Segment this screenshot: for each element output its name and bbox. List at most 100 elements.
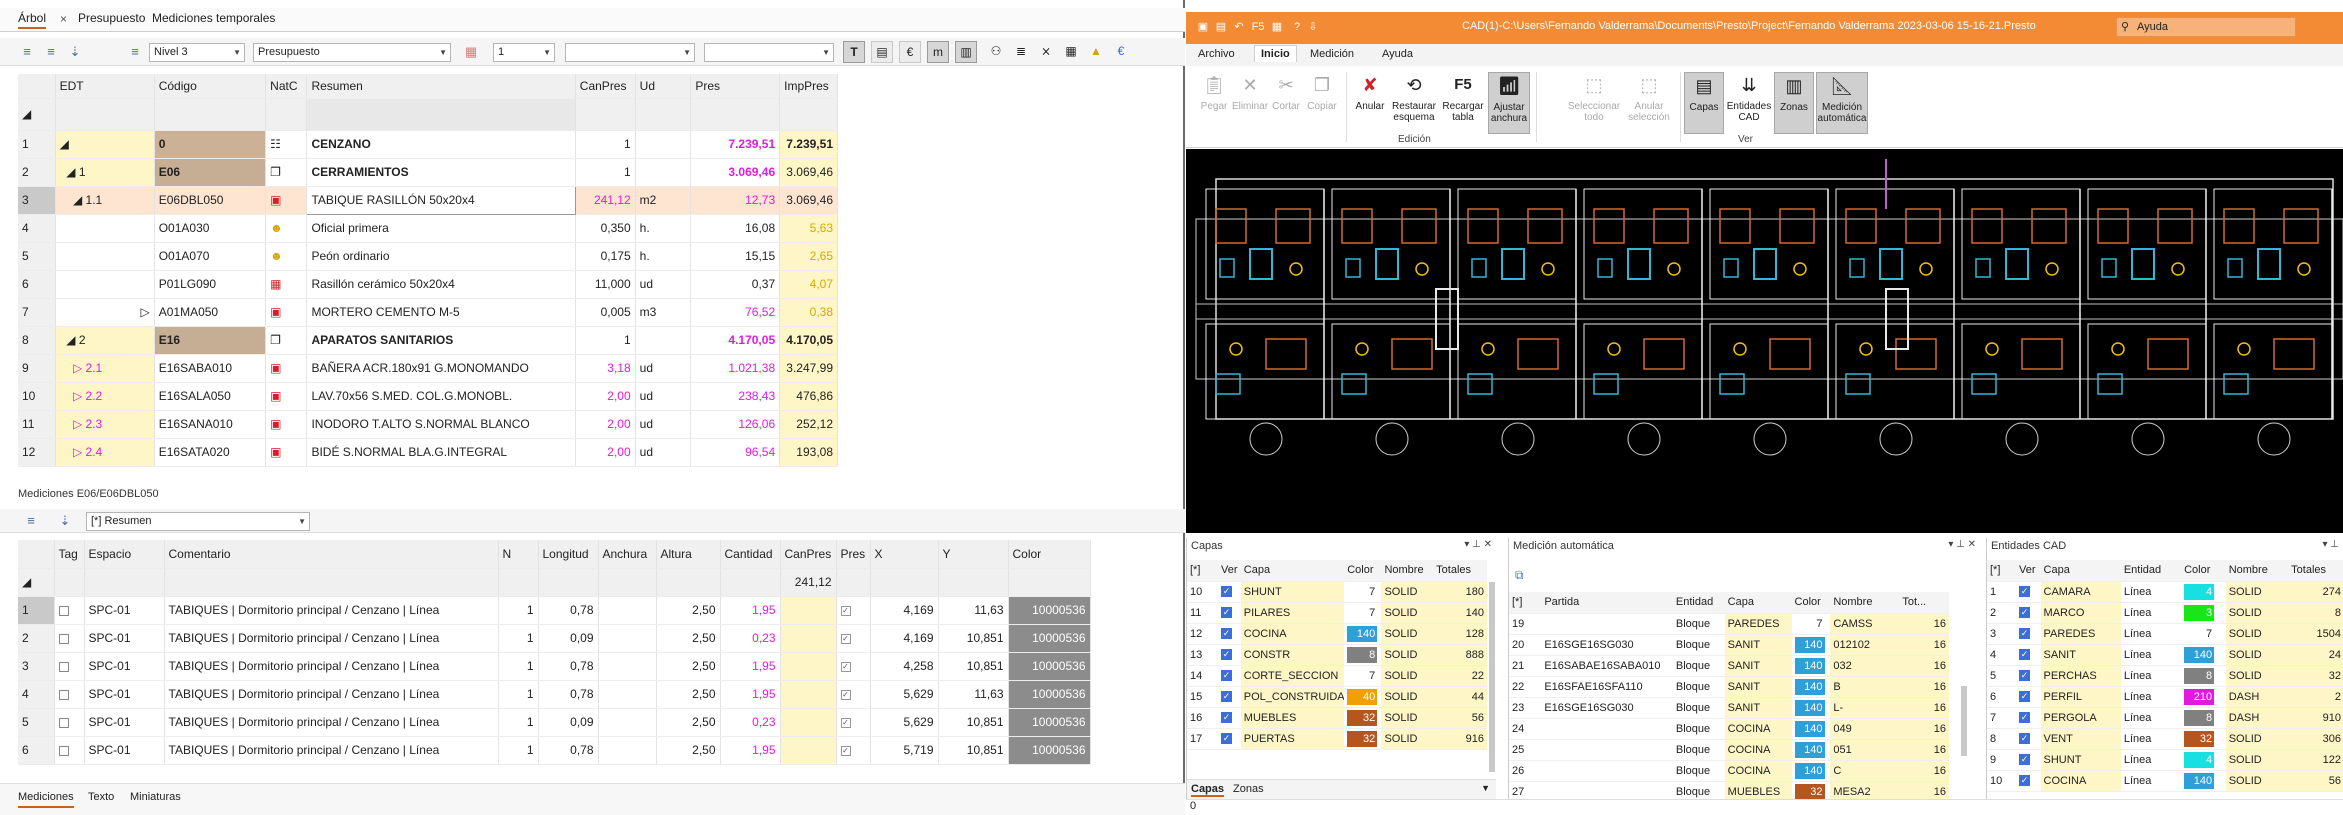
visible-checkbox[interactable]: ✓: [2019, 712, 2030, 724]
print-icon[interactable]: ▤: [1214, 20, 1228, 34]
link-icon[interactable]: ⧉: [1515, 568, 1524, 583]
panel-controls[interactable]: ▾ ⊥ ✕: [1464, 539, 1492, 550]
formula-icon[interactable]: ⨯: [1035, 41, 1057, 63]
visible-checkbox[interactable]: ✓: [2019, 628, 2030, 640]
filter-icon[interactable]: ▦: [462, 43, 480, 61]
save-icon[interactable]: ▣: [1196, 20, 1210, 34]
empty-combo-2[interactable]: ▼: [704, 43, 834, 62]
expand-arrow-icon[interactable]: ▷: [55, 298, 155, 327]
tab-mediciones[interactable]: Mediciones: [18, 791, 74, 808]
table-row[interactable]: 7 ✓ PERGOLA Línea 8 DASH 910: [1987, 707, 2343, 729]
paste-button[interactable]: 📋︎ Pegar: [1194, 72, 1234, 134]
refresh-icon[interactable]: F5: [1248, 20, 1268, 34]
customize-icon[interactable]: ⇩: [1306, 20, 1320, 34]
auto-measure-button[interactable]: 📐︎ Medición automática: [1816, 72, 1868, 134]
tab-mediciones-temporales[interactable]: Mediciones temporales: [152, 11, 275, 25]
tab-texto[interactable]: Texto: [88, 791, 114, 803]
table-row[interactable]: 10 ✓ COCINA Línea 140 SOLID 56: [1987, 770, 2343, 792]
cut-button[interactable]: ✂ Cortar: [1266, 72, 1306, 134]
cad-drawing-canvas[interactable]: [1186, 149, 2343, 533]
list-icon[interactable]: ≡: [22, 512, 40, 530]
mediciones-view-combo[interactable]: [*] Resumen ▼: [86, 512, 310, 531]
col-natc[interactable]: NatC: [265, 74, 308, 99]
tab-ayuda[interactable]: Ayuda: [1382, 48, 1413, 60]
tab-archivo[interactable]: Archivo: [1198, 48, 1235, 60]
col-imppres[interactable]: ImpPres: [779, 74, 838, 99]
table-row[interactable]: 3 SPC-01 TABIQUES | Dormitorio principal…: [18, 652, 1091, 681]
deselect-button[interactable]: ⬚ Anular selección: [1624, 72, 1674, 134]
col-anchura[interactable]: Anchura: [598, 540, 657, 569]
col-pres-med[interactable]: Pres: [836, 540, 871, 569]
visible-checkbox[interactable]: ✓: [1221, 670, 1233, 682]
empty-combo-1[interactable]: ▼: [565, 43, 695, 62]
table-row[interactable]: 21 E16SABAE16SABA010 Bloque SANIT 140 032 16: [1509, 655, 1949, 677]
restore-schema-button[interactable]: ⟲ Restaurar esquema: [1390, 72, 1438, 134]
panel-controls[interactable]: ▾ ⊥ ✕: [1948, 539, 1976, 550]
tab-zonas[interactable]: Zonas: [1233, 783, 1264, 795]
visible-checkbox[interactable]: ✓: [2019, 733, 2030, 745]
select-all-button[interactable]: ⬚ Seleccionar todo: [1566, 72, 1622, 134]
col-tag[interactable]: Tag: [54, 540, 85, 569]
reload-table-button[interactable]: F5 Recargar tabla: [1440, 72, 1486, 134]
visible-checkbox[interactable]: ✓: [2019, 649, 2030, 661]
text-tool-button[interactable]: T: [843, 41, 865, 63]
panel-controls[interactable]: ▾ ⊥: [2322, 539, 2339, 550]
table-row[interactable]: 15 ✓ POL_CONSTRUIDA 40 SOLID 44: [1187, 686, 1487, 708]
pres-checkbox[interactable]: ✓: [840, 717, 851, 728]
auto-measurement-scrollbar[interactable]: [1961, 686, 1967, 756]
table-row[interactable]: 6 P01LG090 ▦ Rasillón cerámico 50x20x4 1…: [18, 270, 838, 299]
visible-checkbox[interactable]: ✓: [1221, 586, 1233, 598]
table-row[interactable]: 17 ✓ PUERTAS 32 SOLID 916: [1187, 728, 1487, 750]
col-y[interactable]: Y: [938, 540, 1009, 569]
col-cantidad[interactable]: Cantidad: [720, 540, 781, 569]
col-pres[interactable]: Pres: [690, 74, 781, 99]
tag-checkbox[interactable]: [58, 633, 69, 644]
tag-checkbox[interactable]: [58, 605, 69, 616]
col-canpres-med[interactable]: CanPres: [780, 540, 837, 569]
table-row[interactable]: 2 ✓ MARCO Línea 3 SOLID 8: [1987, 602, 2343, 624]
tab-inicio[interactable]: Inicio: [1254, 45, 1297, 62]
table-row[interactable]: 4 ✓ SANIT Línea 140 SOLID 24: [1987, 644, 2343, 666]
tab-capas[interactable]: Capas: [1191, 783, 1225, 797]
floor-plan-drawing[interactable]: [1186, 149, 2343, 533]
visible-checkbox[interactable]: ✓: [2019, 586, 2030, 598]
table-row[interactable]: 2 ◢ 1 E06 ❐ CERRAMIENTOS 1 3.069,46 3.06…: [18, 158, 838, 187]
col-n[interactable]: N: [498, 540, 539, 569]
table-row[interactable]: 14 ✓ CORTE_SECCION 7 SOLID 22: [1187, 665, 1487, 687]
table-row[interactable]: 5 SPC-01 TABIQUES | Dormitorio principal…: [18, 708, 1091, 737]
table-row[interactable]: 11 ▷ 2.3 E16SANA010 ▣ INODORO T.ALTO S.N…: [18, 410, 838, 439]
table-row[interactable]: 23 E16SGE16SG030 Bloque SANIT 140 L- 16: [1509, 697, 1949, 719]
table-row[interactable]: 6 SPC-01 TABIQUES | Dormitorio principal…: [18, 736, 1091, 765]
col-longitud[interactable]: Longitud: [538, 540, 599, 569]
col-altura[interactable]: Altura: [656, 540, 721, 569]
visible-checkbox[interactable]: ✓: [2019, 670, 2030, 682]
layers-button[interactable]: ▤ Capas: [1684, 72, 1724, 134]
help-search-input[interactable]: ⚲ Ayuda: [2116, 17, 2296, 37]
zones-button[interactable]: ▥ Zonas: [1774, 72, 1814, 134]
table-row[interactable]: 22 E16SFAE16SFA110 Bloque SANIT 140 B 16: [1509, 676, 1949, 698]
sort-icon[interactable]: ⇣: [56, 512, 74, 530]
table-row[interactable]: 12 ▷ 2.4 E16SATA020 ▣ BIDÉ S.NORMAL BLA.…: [18, 438, 838, 467]
close-tab-icon[interactable]: ×: [60, 12, 67, 26]
currency-icon-button[interactable]: €: [899, 41, 921, 63]
table-icon-button[interactable]: ▤: [871, 41, 893, 63]
table-row-selected[interactable]: 3 ◢ 1.1 E06DBL050 ▣ TABIQUE RASILLÓN 50x…: [18, 185, 838, 215]
warning-icon[interactable]: ▲: [1085, 41, 1107, 63]
cad-entities-button[interactable]: ⇊ Entidades CAD: [1726, 72, 1772, 134]
calculator-icon[interactable]: ▦: [1060, 41, 1082, 63]
table-row[interactable]: 26 Bloque COCINA 140 C 16: [1509, 760, 1949, 782]
undo-icon[interactable]: ↶: [1232, 20, 1246, 34]
tag-checkbox[interactable]: [58, 689, 69, 700]
table-row[interactable]: 10 ▷ 2.2 E16SALA050 ▣ LAV.70x56 S.MED. C…: [18, 382, 838, 411]
visible-checkbox[interactable]: ✓: [1221, 628, 1233, 640]
pres-checkbox[interactable]: ✓: [840, 745, 851, 756]
col-color[interactable]: Color: [1008, 540, 1091, 569]
pres-checkbox[interactable]: ✓: [840, 605, 851, 616]
table-row[interactable]: 20 E16SGE16SG030 Bloque SANIT 140 012102 16: [1509, 634, 1949, 656]
visible-checkbox[interactable]: ✓: [1221, 649, 1233, 661]
table-row[interactable]: 1 ◢ 0 ☷ CENZANO 1 7.239,51 7.239,51: [18, 130, 838, 159]
table-row[interactable]: 12 ✓ COCINA 140 SOLID 128: [1187, 623, 1487, 645]
visible-checkbox[interactable]: ✓: [1221, 691, 1233, 703]
visible-checkbox[interactable]: ✓: [1221, 607, 1233, 619]
undo-button[interactable]: ✘ Anular: [1350, 72, 1390, 134]
